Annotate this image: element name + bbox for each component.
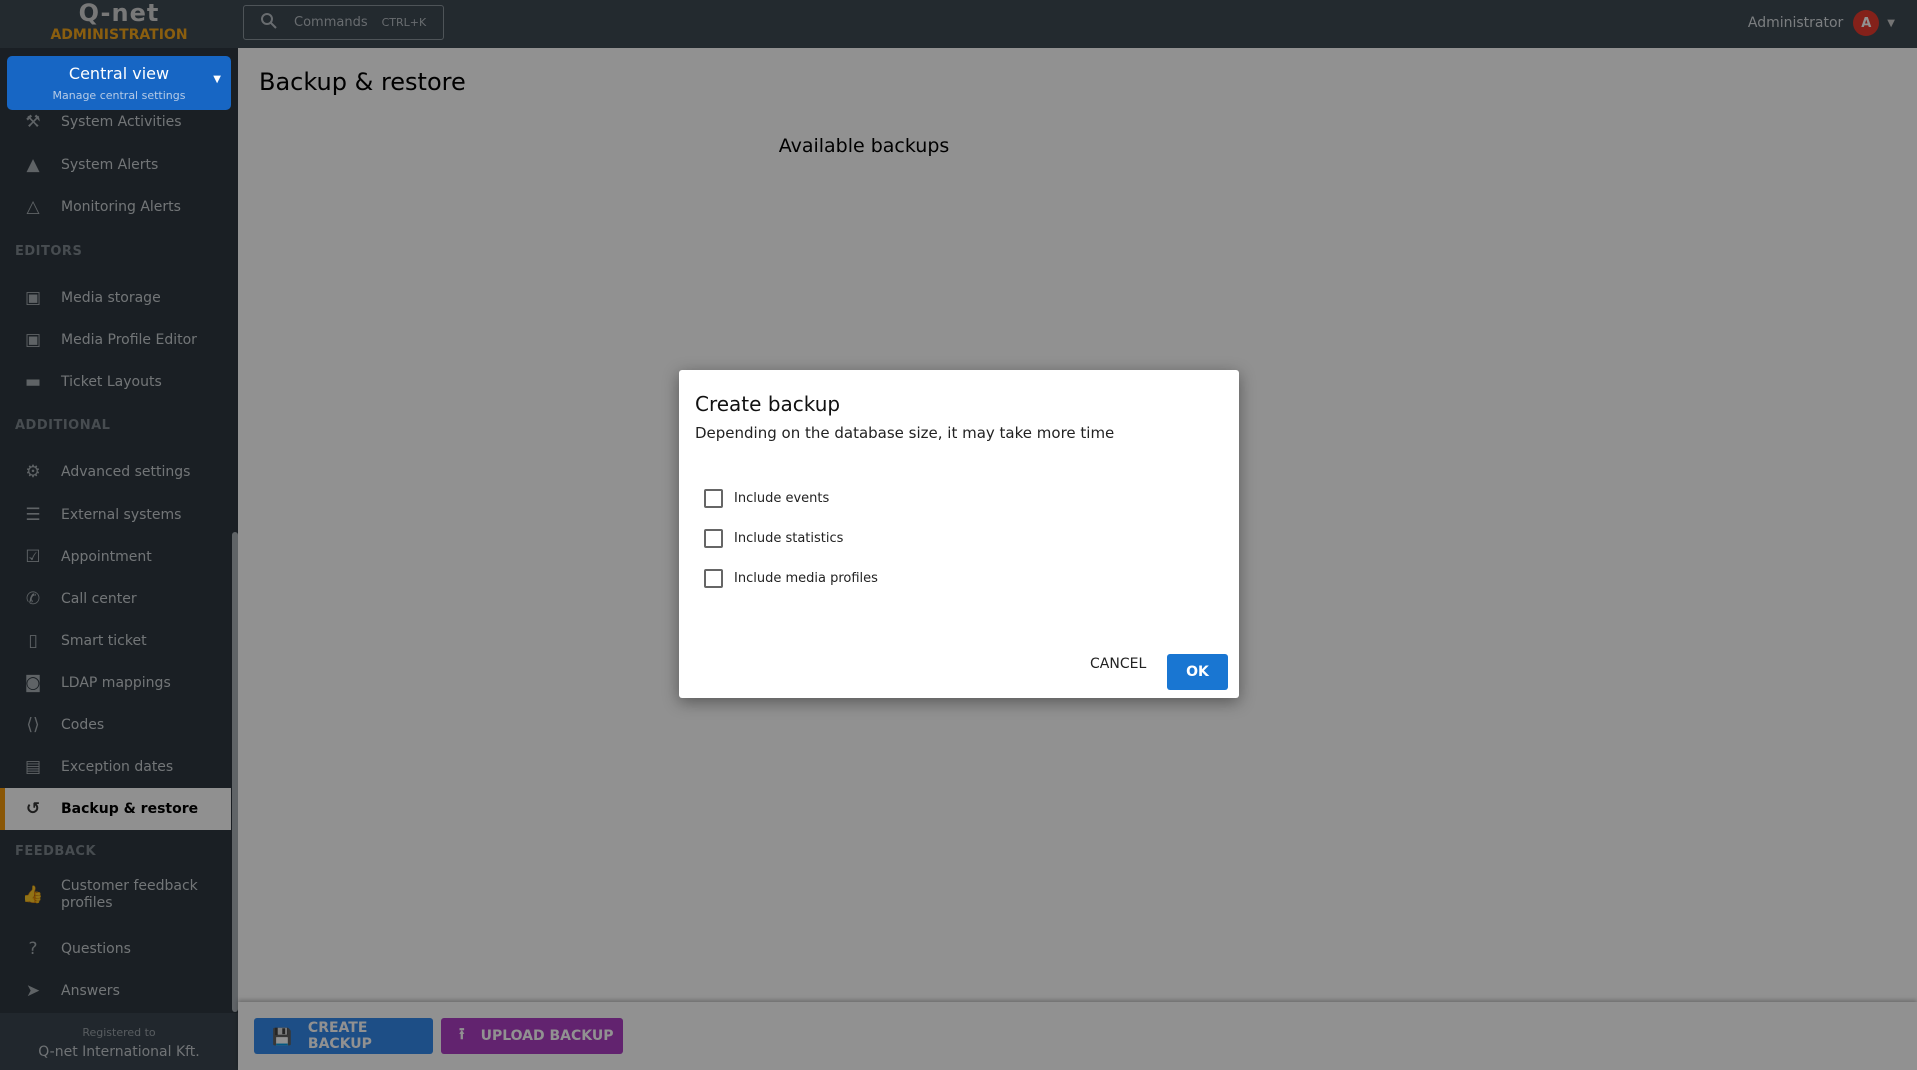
dialog-title: Create backup: [695, 392, 841, 416]
ok-button[interactable]: OK: [1167, 654, 1228, 690]
cancel-button[interactable]: CANCEL: [1090, 656, 1146, 672]
include-media-profiles-checkbox[interactable]: Include media profiles: [704, 569, 878, 588]
dialog-subtitle: Depending on the database size, it may t…: [695, 424, 1115, 442]
view-selector[interactable]: Central view Manage central settings ▼: [7, 56, 231, 110]
include-events-checkbox[interactable]: Include events: [704, 489, 829, 508]
include-statistics-checkbox[interactable]: Include statistics: [704, 529, 843, 548]
chevron-down-icon: ▼: [213, 74, 221, 85]
create-backup-dialog: Create backup Depending on the database …: [679, 370, 1239, 698]
